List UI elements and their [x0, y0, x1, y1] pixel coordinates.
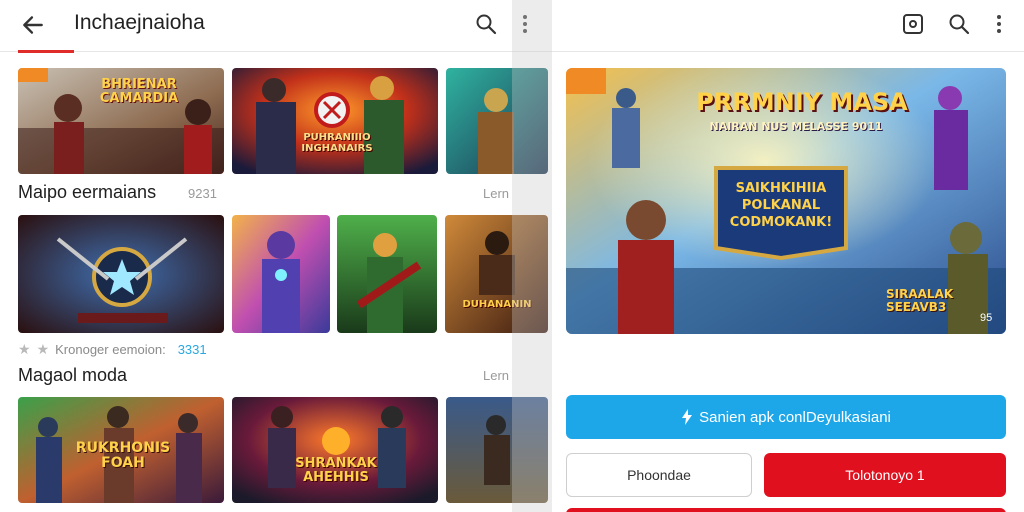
- section-title: Magaol moda: [18, 365, 128, 385]
- featured-banner[interactable]: PRRMNIY MASA NAIRAN NUS MELASSE 9011 SAI…: [566, 68, 1006, 334]
- banner-corner-label: SIRAALAK SEEAVB3: [886, 288, 953, 314]
- primary-action-button[interactable]: Sanien apk conlDeyulkasiani: [566, 395, 1006, 439]
- section-count: 9231: [188, 186, 217, 201]
- rating-row: ★ ★ Kronoger eemoion: 3331: [18, 341, 207, 358]
- section-more-link[interactable]: Lern: [483, 368, 509, 383]
- game-tile[interactable]: SHRANKAK AHEHHIS: [232, 397, 438, 503]
- star-icon: ★: [18, 341, 31, 357]
- tile-title: RUKRHONIS FOAH: [75, 440, 171, 471]
- arrow-left-icon[interactable]: [20, 12, 46, 38]
- rating-value: 3331: [177, 342, 207, 357]
- next-button-peek[interactable]: [566, 508, 1006, 512]
- bolt-icon: [682, 409, 693, 425]
- cast-icon[interactable]: [902, 12, 924, 36]
- red-button-label: Tolotonoyo 1: [845, 467, 925, 483]
- secondary-button-label: Phoondae: [627, 467, 691, 483]
- more-vertical-icon[interactable]: [992, 12, 1006, 36]
- game-tile[interactable]: PUHRANIIIO INGHANAIRS: [232, 68, 438, 174]
- section-more-link[interactable]: Lern: [483, 186, 509, 201]
- top-app-bar: Inchaejnaioha: [0, 0, 552, 53]
- pane-divider: [512, 0, 552, 512]
- banner-corner-number: 95: [980, 312, 993, 324]
- game-tile[interactable]: [18, 215, 224, 333]
- tile-title: PUHRANIIIO INGHANAIRS: [301, 132, 373, 154]
- top-app-bar-right: [552, 0, 1024, 52]
- badge-line: CODMOKANK!: [729, 215, 833, 230]
- badge-line: POLKANAL: [741, 198, 821, 213]
- search-icon[interactable]: [474, 12, 498, 36]
- badge-line: SAIKHKIHIIA: [735, 181, 827, 196]
- title-underline: [18, 50, 74, 53]
- corner-label-line: SEEAVB3: [886, 300, 947, 314]
- rating-label: Kronoger eemoion:: [55, 342, 166, 357]
- banner-subtitle: NAIRAN NUS MELASSE 9011: [709, 120, 883, 133]
- red-action-button[interactable]: Tolotonoyo 1: [764, 453, 1006, 497]
- search-icon[interactable]: [947, 12, 971, 36]
- game-tile[interactable]: RUKRHONIS FOAH: [18, 397, 224, 503]
- section-title: Maipo eermaians: [18, 182, 157, 202]
- detail-pane: PRRMNIY MASA NAIRAN NUS MELASSE 9011 SAI…: [552, 0, 1024, 512]
- tile-title: BHRIENAR CAMARDIA: [99, 77, 179, 106]
- secondary-button[interactable]: Phoondae: [566, 453, 752, 497]
- game-tile[interactable]: BHRIENAR CAMARDIA: [18, 68, 224, 174]
- catalog-pane: Inchaejnaioha BHRIENAR CAMARDIA PUHRANII…: [0, 0, 552, 512]
- primary-button-label: Sanien apk conlDeyulkasiani: [699, 408, 891, 426]
- app-screen: Inchaejnaioha BHRIENAR CAMARDIA PUHRANII…: [0, 0, 1024, 512]
- page-title: Inchaejnaioha: [74, 11, 205, 34]
- tile-title: SHRANKAK AHEHHIS: [295, 456, 377, 485]
- star-icon: ★: [36, 341, 50, 357]
- banner-badge: SAIKHKIHIIA POLKANAL CODMOKANK!: [720, 180, 842, 231]
- game-tile[interactable]: [337, 215, 437, 333]
- banner-title: PRRMNIY MASA: [696, 88, 908, 116]
- game-tile[interactable]: [232, 215, 330, 333]
